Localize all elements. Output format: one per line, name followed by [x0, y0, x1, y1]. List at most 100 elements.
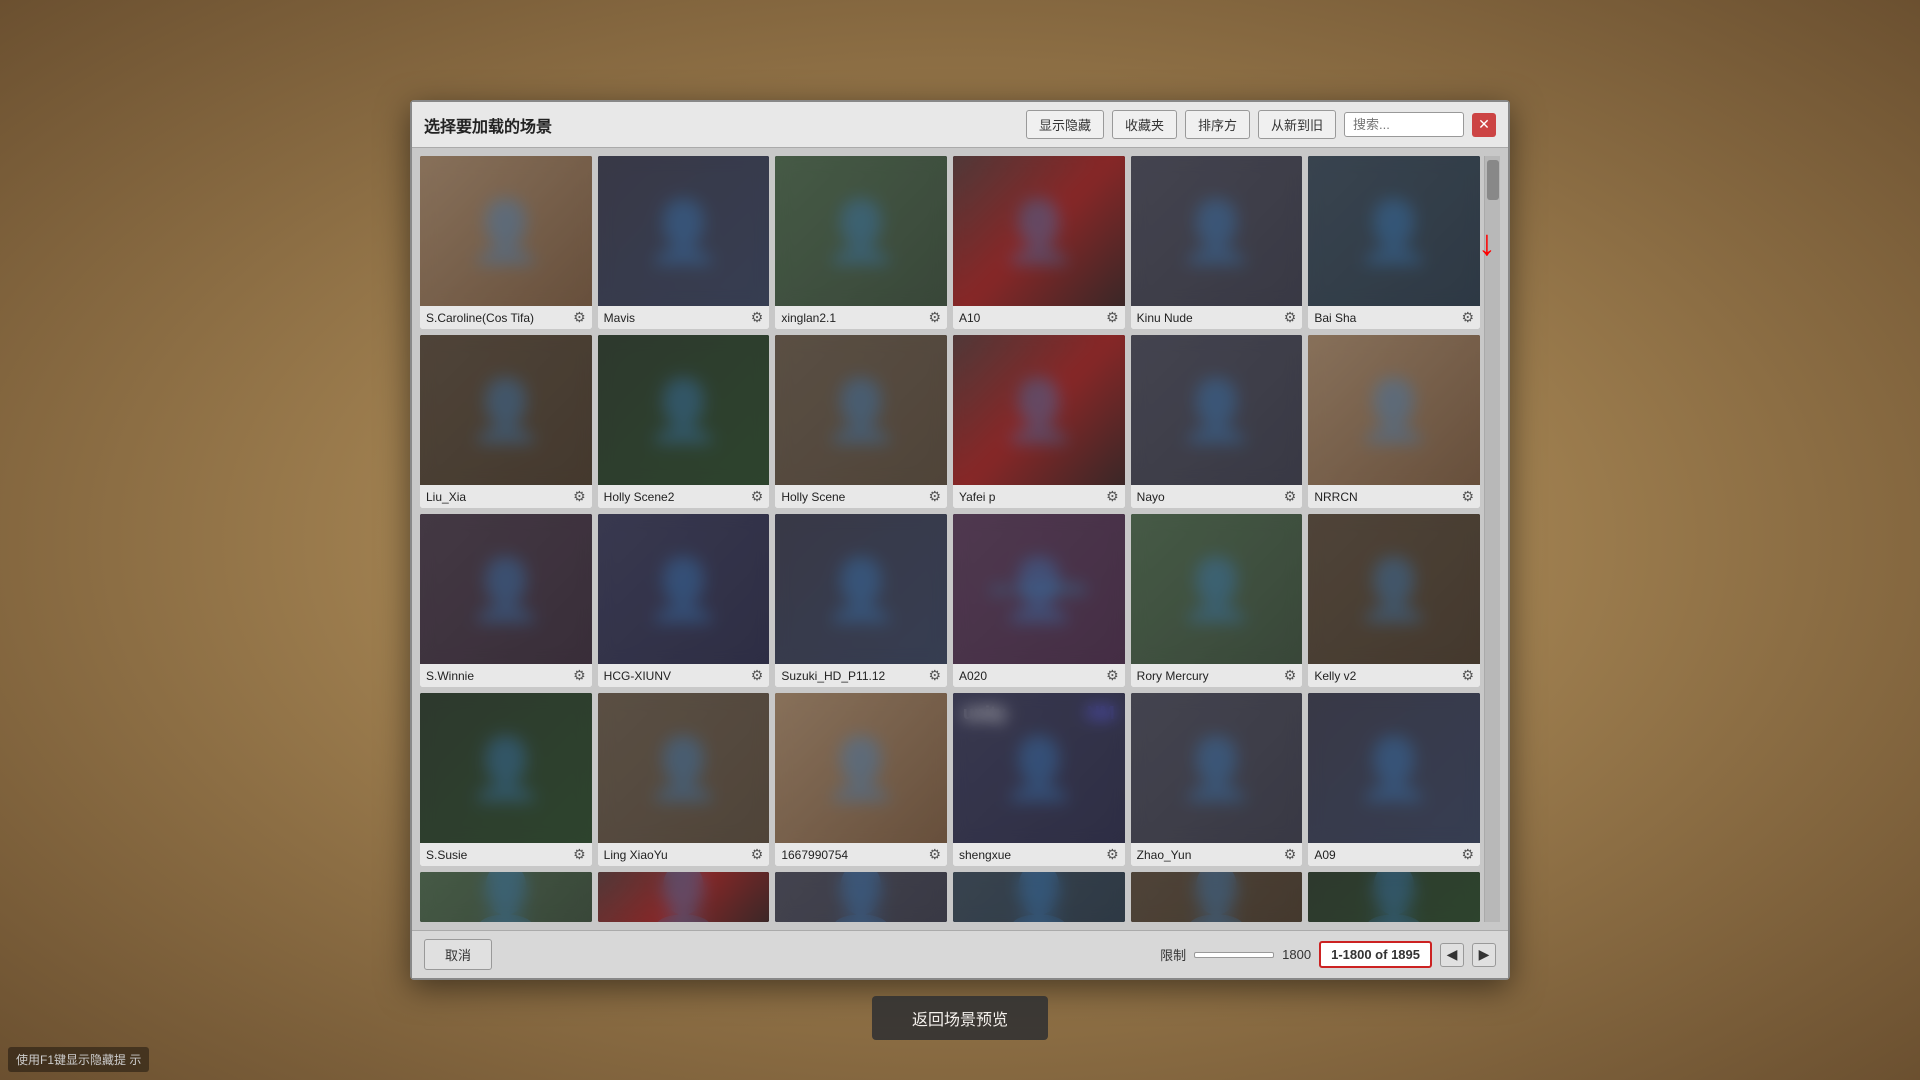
gear-icon[interactable]: ⚙	[1106, 846, 1119, 863]
blur-overlay	[1308, 514, 1480, 664]
blur-overlay	[1308, 693, 1480, 843]
gear-icon[interactable]: ⚙	[1106, 667, 1119, 684]
prev-page-button[interactable]: ◀	[1440, 943, 1464, 967]
blur-overlay	[1308, 335, 1480, 485]
gear-icon[interactable]: ⚙	[751, 667, 764, 684]
item-name: 1667990754	[781, 848, 848, 862]
grid-item[interactable]: 👤Zhao_Yun⚙	[1131, 693, 1303, 866]
item-name: shengxue	[959, 848, 1011, 862]
blur-overlay	[775, 156, 947, 306]
item-name: Kinu Nude	[1137, 311, 1193, 325]
dialog-header: 选择要加载的场景 显示隐藏 收藏夹 排序方 从新到旧 ✕	[412, 102, 1508, 148]
search-input[interactable]	[1344, 112, 1464, 137]
item-name: Rory Mercury	[1137, 669, 1209, 683]
gear-icon[interactable]: ⚙	[928, 309, 941, 326]
scroll-thumb[interactable]	[1487, 160, 1499, 200]
grid-item[interactable]: 👤	[953, 872, 1125, 922]
blur-overlay	[598, 872, 770, 922]
gear-icon[interactable]: ⚙	[1461, 846, 1474, 863]
item-name: Mavis	[604, 311, 635, 325]
blur-overlay	[775, 335, 947, 485]
grid-item[interactable]: 👤	[1131, 872, 1303, 922]
grid-item[interactable]: 👤Suzuki_HD_P11.12⚙	[775, 514, 947, 687]
grid-item[interactable]: 👤HCG-XIUNV⚙	[598, 514, 770, 687]
hint-text: 使用F1键显示隐藏提 示	[8, 1047, 149, 1072]
gear-icon[interactable]: ⚙	[751, 309, 764, 326]
gear-icon[interactable]: ⚙	[1461, 667, 1474, 684]
item-name: xinglan2.1	[781, 311, 836, 325]
grid-item[interactable]: 👤Rory Mercury⚙	[1131, 514, 1303, 687]
grid-item[interactable]: 👤ijiue.com·U3资源站A020⚙	[953, 514, 1125, 687]
preview-button[interactable]: 返回场景预览	[872, 996, 1048, 1040]
grid-item[interactable]: 👤NRRCN⚙	[1308, 335, 1480, 508]
item-name: A09	[1314, 848, 1335, 862]
grid-item[interactable]: 👤	[420, 872, 592, 922]
dialog-title: 选择要加载的场景	[424, 113, 552, 137]
gear-icon[interactable]: ⚙	[573, 846, 586, 863]
blur-overlay	[1131, 514, 1303, 664]
scrollbar[interactable]	[1484, 156, 1500, 922]
grid-item[interactable]: 👤Liu_Xia⚙	[420, 335, 592, 508]
gear-icon[interactable]: ⚙	[1284, 667, 1297, 684]
grid-item[interactable]: 👤A09⚙	[1308, 693, 1480, 866]
gear-icon[interactable]: ⚙	[928, 846, 941, 863]
item-name: S.Caroline(Cos Tifa)	[426, 311, 534, 325]
item-name: Ling XiaoYu	[604, 848, 668, 862]
item-name: Yafei p	[959, 490, 995, 504]
grid-item[interactable]: 👤Kinu Nude⚙	[1131, 156, 1303, 329]
blur-overlay	[420, 693, 592, 843]
grid-item[interactable]: 👤Nayo⚙	[1131, 335, 1303, 508]
blur-overlay	[1131, 156, 1303, 306]
show-hidden-button[interactable]: 显示隐藏	[1026, 110, 1104, 139]
gear-icon[interactable]: ⚙	[1284, 309, 1297, 326]
grid-item[interactable]: 👤Bai Sha⚙	[1308, 156, 1480, 329]
grid-item[interactable]: 👤S.Caroline(Cos Tifa)⚙	[420, 156, 592, 329]
blur-overlay	[953, 693, 1125, 843]
gear-icon[interactable]: ⚙	[573, 309, 586, 326]
gear-icon[interactable]: ⚙	[751, 846, 764, 863]
blur-overlay	[598, 514, 770, 664]
grid-item[interactable]: 👤Kelly v2⚙	[1308, 514, 1480, 687]
gear-icon[interactable]: ⚙	[928, 667, 941, 684]
close-button[interactable]: ✕	[1472, 113, 1496, 137]
favorites-button[interactable]: 收藏夹	[1112, 110, 1177, 139]
gear-icon[interactable]: ⚙	[1461, 309, 1474, 326]
item-name: Holly Scene	[781, 490, 845, 504]
cancel-button[interactable]: 取消	[424, 939, 492, 970]
gear-icon[interactable]: ⚙	[1284, 846, 1297, 863]
grid-item[interactable]: 👤unityNMshengxue⚙	[953, 693, 1125, 866]
gear-icon[interactable]: ⚙	[573, 667, 586, 684]
grid-item[interactable]: 👤xinglan2.1⚙	[775, 156, 947, 329]
gear-icon[interactable]: ⚙	[928, 488, 941, 505]
sort-button[interactable]: 排序方	[1185, 110, 1250, 139]
blur-overlay	[953, 514, 1125, 664]
grid-item[interactable]: 👤1667990754⚙	[775, 693, 947, 866]
gear-icon[interactable]: ⚙	[1106, 488, 1119, 505]
item-name: A020	[959, 669, 987, 683]
item-name: S.Susie	[426, 848, 467, 862]
grid-item[interactable]: 👤S.Susie⚙	[420, 693, 592, 866]
grid-item[interactable]: 👤	[775, 872, 947, 922]
newest-button[interactable]: 从新到旧	[1258, 110, 1336, 139]
next-page-button[interactable]: ▶	[1472, 943, 1496, 967]
scene-grid: 👤 S.Caroline(Cos Tifa) ⚙ 👤 Mavis ⚙ 👤 xinglan2.1…	[420, 156, 1480, 922]
gear-icon[interactable]: ⚙	[751, 488, 764, 505]
grid-item[interactable]: 👤Mavis⚙	[598, 156, 770, 329]
grid-item[interactable]: 👤Holly Scene⚙	[775, 335, 947, 508]
grid-item[interactable]: 👤A10⚙	[953, 156, 1125, 329]
dialog-footer: 取消 限制 1800 1-1800 of 1895 ◀ ▶	[412, 930, 1508, 978]
gear-icon[interactable]: ⚙	[1106, 309, 1119, 326]
pagination-info: 1-1800 of 1895	[1319, 941, 1432, 968]
grid-item[interactable]: 👤	[1308, 872, 1480, 922]
grid-item[interactable]: 👤S.Winnie⚙	[420, 514, 592, 687]
gear-icon[interactable]: ⚙	[1284, 488, 1297, 505]
item-name: NRRCN	[1314, 490, 1357, 504]
item-name: HCG-XIUNV	[604, 669, 671, 683]
grid-item[interactable]: 👤	[598, 872, 770, 922]
grid-item[interactable]: 👤Yafei p⚙	[953, 335, 1125, 508]
grid-item[interactable]: 👤Ling XiaoYu⚙	[598, 693, 770, 866]
gear-icon[interactable]: ⚙	[573, 488, 586, 505]
gear-icon[interactable]: ⚙	[1461, 488, 1474, 505]
grid-item[interactable]: 👤Holly Scene2⚙	[598, 335, 770, 508]
limit-progress-bar	[1194, 952, 1274, 958]
